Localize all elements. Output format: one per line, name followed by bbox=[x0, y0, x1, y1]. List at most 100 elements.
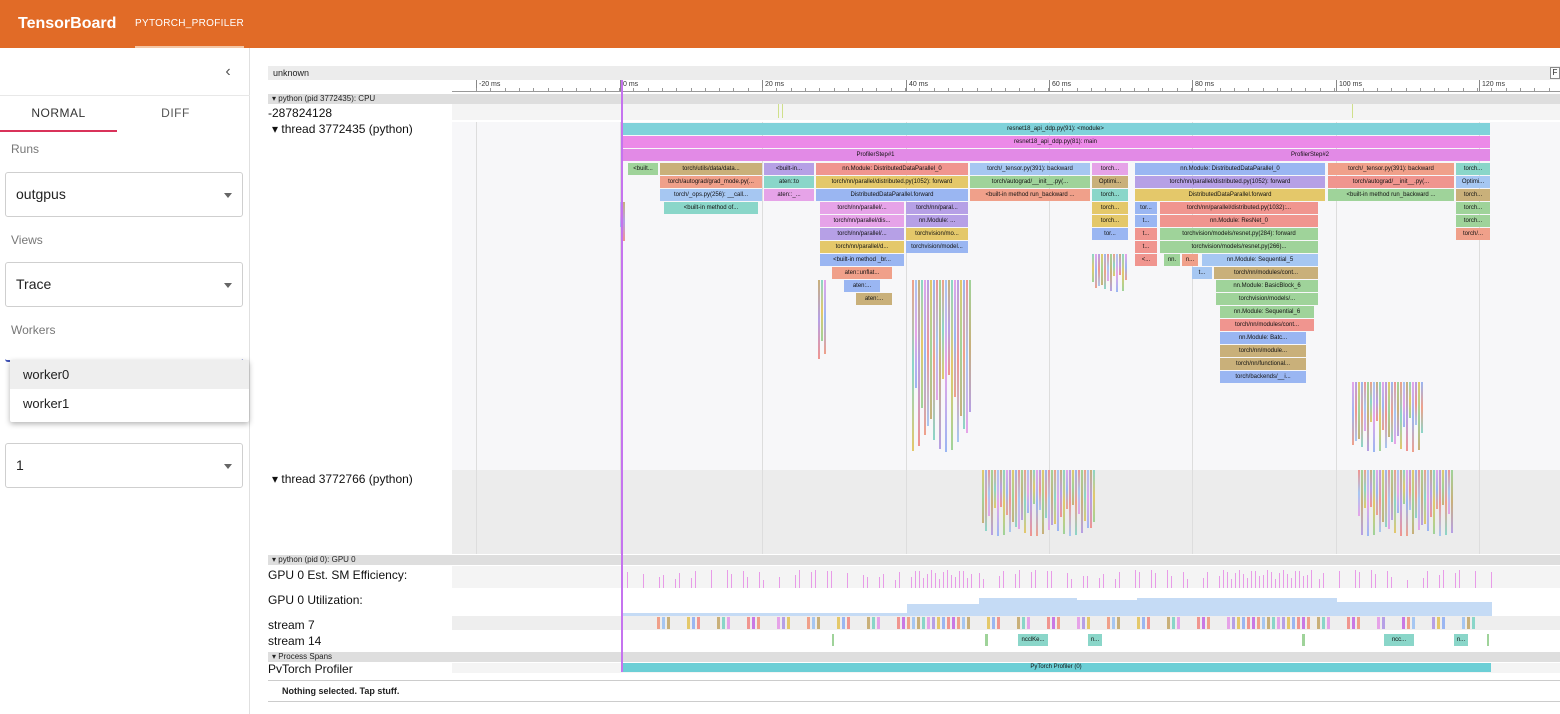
trace-bar[interactable] bbox=[924, 280, 926, 435]
trace-bar[interactable] bbox=[936, 280, 938, 401]
trace-slice[interactable]: <built... bbox=[628, 163, 658, 175]
stream-7-kernel[interactable] bbox=[1287, 617, 1290, 629]
stream-7-kernel[interactable] bbox=[1207, 617, 1210, 629]
stream-14-kernel[interactable] bbox=[1302, 634, 1305, 646]
trace-bar[interactable] bbox=[1400, 470, 1402, 536]
trace-slice[interactable]: <built-in method _br... bbox=[820, 254, 904, 266]
trace-bar[interactable] bbox=[1400, 382, 1402, 449]
stream-7-kernel[interactable] bbox=[1147, 617, 1150, 629]
trace-slice[interactable]: nn.Module: Sequential_5 bbox=[1202, 254, 1318, 266]
stream-7-kernel[interactable] bbox=[1112, 617, 1115, 629]
stream-7-kernel[interactable] bbox=[907, 617, 910, 629]
stream-7-kernel[interactable] bbox=[1377, 617, 1380, 629]
trace-bar[interactable] bbox=[1364, 382, 1366, 431]
trace-slice[interactable]: DistributedDataParallel.forward bbox=[1135, 189, 1325, 201]
gpu-util-track[interactable] bbox=[452, 590, 1560, 616]
trace-slice[interactable]: torch... bbox=[1456, 202, 1490, 214]
trace-bar[interactable] bbox=[1015, 470, 1017, 528]
trace-bar[interactable] bbox=[930, 280, 932, 420]
trace-bar[interactable] bbox=[1069, 470, 1071, 536]
views-select[interactable]: Trace bbox=[5, 262, 243, 307]
trace-slice[interactable]: aten:... bbox=[844, 280, 880, 292]
trace-slice[interactable]: ProfilerStep#2 bbox=[1130, 149, 1490, 161]
stream-7-kernel[interactable] bbox=[1322, 617, 1325, 629]
trace-slice[interactable]: torch/autograd/grad_mode.py(... bbox=[660, 176, 762, 188]
trace-slice[interactable]: Optimi... bbox=[1092, 176, 1128, 188]
trace-viewer[interactable]: unknown F -20 ms 0 ms 20 ms 40 ms 60 ms … bbox=[268, 66, 1560, 704]
trace-bar[interactable] bbox=[1418, 382, 1420, 450]
tab-diff[interactable]: DIFF bbox=[117, 96, 234, 132]
trace-bar[interactable] bbox=[951, 280, 953, 450]
stream-7-kernel[interactable] bbox=[1297, 617, 1300, 629]
trace-bar[interactable] bbox=[933, 280, 935, 440]
trace-slice[interactable]: torch... bbox=[1456, 163, 1490, 175]
trace-slice[interactable]: torch/nn/functional... bbox=[1220, 358, 1306, 370]
thread-1-label[interactable]: ▾ thread 3772435 (python) bbox=[268, 122, 452, 136]
trace-bar[interactable] bbox=[997, 470, 999, 536]
trace-bar[interactable] bbox=[1078, 470, 1080, 514]
stream-7-kernel[interactable] bbox=[697, 617, 700, 629]
trace-bar[interactable] bbox=[1063, 470, 1065, 535]
time-cursor[interactable] bbox=[621, 80, 623, 672]
stream-7-kernel[interactable] bbox=[812, 617, 815, 629]
tab-normal[interactable]: NORMAL bbox=[0, 96, 117, 132]
trace-bar[interactable] bbox=[1101, 254, 1103, 285]
trace-bar[interactable] bbox=[942, 280, 944, 379]
trace-bar[interactable] bbox=[623, 202, 625, 241]
stream-14-kernel[interactable] bbox=[832, 634, 834, 646]
trace-bar[interactable] bbox=[982, 470, 984, 524]
trace-bar[interactable] bbox=[957, 280, 959, 442]
trace-bar[interactable] bbox=[1430, 470, 1432, 518]
trace-bar[interactable] bbox=[912, 280, 914, 452]
trace-slice[interactable]: nn.Module: ... bbox=[906, 215, 968, 227]
trace-bar[interactable] bbox=[1098, 254, 1100, 287]
stream-7-kernel[interactable] bbox=[817, 617, 820, 629]
trace-bar[interactable] bbox=[1012, 470, 1014, 523]
trace-bar[interactable] bbox=[1448, 470, 1450, 514]
stream-7-kernel[interactable] bbox=[847, 617, 850, 629]
trace-slice[interactable]: resnet18_api_ddp.py(81): main bbox=[621, 136, 1490, 148]
stream-7-kernel[interactable] bbox=[692, 617, 695, 629]
trace-slice[interactable]: nn.Module: Batc... bbox=[1220, 332, 1306, 344]
menu-item-worker0[interactable]: worker0 bbox=[10, 360, 249, 389]
stream-7-kernel[interactable] bbox=[1047, 617, 1050, 629]
stream-7-kernel[interactable] bbox=[1317, 617, 1320, 629]
trace-slice[interactable]: torch/nn/module... bbox=[1220, 345, 1306, 357]
stream-7-kernel[interactable] bbox=[1437, 617, 1440, 629]
trace-slice[interactable]: t... bbox=[1135, 215, 1157, 227]
trace-bar[interactable] bbox=[1039, 470, 1041, 511]
spans-header[interactable]: ▾ Process Spans bbox=[268, 652, 1560, 662]
trace-bar[interactable] bbox=[1394, 470, 1396, 534]
trace-slice[interactable]: n... bbox=[1454, 634, 1468, 646]
stream-7-kernel[interactable] bbox=[1257, 617, 1260, 629]
span-select[interactable]: 1 bbox=[5, 443, 243, 488]
stream-7-kernel[interactable] bbox=[1412, 617, 1415, 629]
trace-slice[interactable]: DistributedDataParallel.forward bbox=[816, 189, 968, 201]
trace-slice[interactable]: <built-in method of... bbox=[664, 202, 758, 214]
stream-7-kernel[interactable] bbox=[752, 617, 755, 629]
trace-bar[interactable] bbox=[1352, 382, 1354, 445]
trace-slice[interactable]: <built-in... bbox=[764, 163, 814, 175]
stream-7-kernel[interactable] bbox=[1382, 617, 1385, 629]
menu-item-worker1[interactable]: worker1 bbox=[10, 389, 249, 418]
trace-slice[interactable]: <built-in method run_backward ... bbox=[1328, 189, 1454, 201]
trace-slice[interactable]: torch/_ops.py(256): __call... bbox=[660, 189, 762, 201]
stream-7-kernel[interactable] bbox=[782, 617, 785, 629]
trace-slice[interactable]: torch... bbox=[1456, 189, 1490, 201]
stream-7-kernel[interactable] bbox=[997, 617, 1000, 629]
stream-7-kernel[interactable] bbox=[1117, 617, 1120, 629]
trace-slice[interactable]: torch/nn/modules/cont... bbox=[1214, 267, 1318, 279]
trace-bar[interactable] bbox=[1072, 470, 1074, 506]
trace-bar[interactable] bbox=[1084, 470, 1086, 522]
trace-slice[interactable]: ProfilerStep#1 bbox=[621, 149, 1130, 161]
trace-slice[interactable]: torch/_tensor.py(391): backward bbox=[1328, 163, 1454, 175]
trace-bar[interactable] bbox=[991, 470, 993, 535]
trace-slice[interactable]: ncclKe... bbox=[1018, 634, 1048, 646]
trace-bar[interactable] bbox=[1391, 382, 1393, 443]
stream-7-kernel[interactable] bbox=[1172, 617, 1175, 629]
stream-7-kernel[interactable] bbox=[962, 617, 965, 629]
trace-bar[interactable] bbox=[915, 280, 917, 388]
app-title[interactable]: TensorBoard bbox=[18, 15, 135, 33]
stream-7-kernel[interactable] bbox=[1407, 617, 1410, 629]
stream-7-kernel[interactable] bbox=[757, 617, 760, 629]
